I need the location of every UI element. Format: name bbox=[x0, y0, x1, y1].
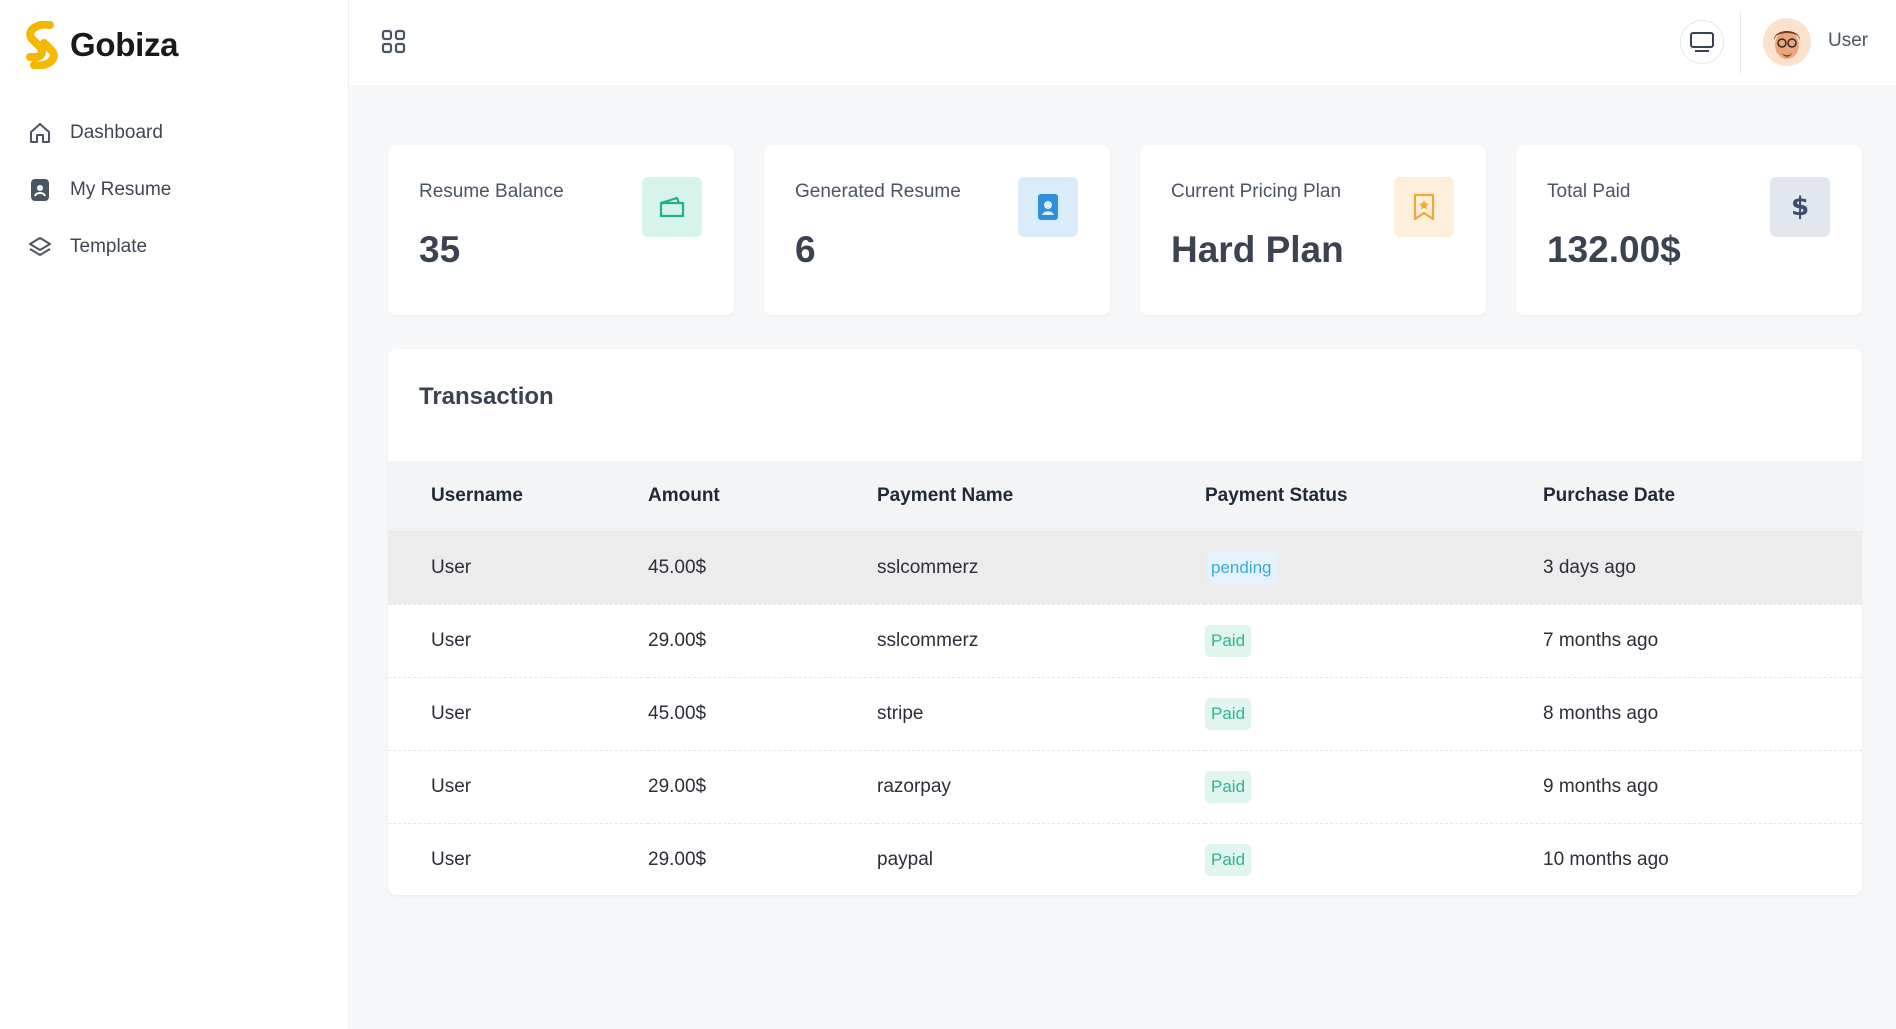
cell-payment-name: sslcommerz bbox=[877, 603, 1205, 677]
contact-card-icon bbox=[1018, 177, 1078, 237]
stat-card-resume-balance: Resume Balance 35 bbox=[388, 145, 734, 315]
status-badge: Paid bbox=[1205, 770, 1252, 803]
cell-amount: 45.00$ bbox=[648, 530, 877, 604]
cell-payment-status: Paid bbox=[1205, 676, 1543, 750]
status-badge: pending bbox=[1205, 551, 1278, 584]
layers-icon bbox=[26, 233, 54, 261]
column-header-payment-name[interactable]: Payment Name bbox=[877, 461, 1205, 531]
cell-username: User bbox=[388, 676, 648, 750]
sidebar-item-label: My Resume bbox=[70, 178, 172, 200]
fullscreen-button[interactable] bbox=[1680, 20, 1724, 64]
dollar-icon: $ bbox=[1770, 177, 1830, 237]
column-header-purchase-date[interactable]: Purchase Date bbox=[1543, 461, 1862, 531]
cell-payment-status: Paid bbox=[1205, 749, 1543, 823]
grid-icon[interactable] bbox=[380, 28, 408, 56]
cell-username: User bbox=[388, 822, 648, 895]
column-header-payment-status[interactable]: Payment Status bbox=[1205, 461, 1543, 531]
wallet-icon bbox=[642, 177, 702, 237]
stat-card-pricing-plan: Current Pricing Plan Hard Plan bbox=[1140, 145, 1486, 315]
cell-payment-name: stripe bbox=[877, 676, 1205, 750]
brand-name: Gobiza bbox=[70, 26, 179, 63]
brand[interactable]: Gobiza bbox=[20, 20, 179, 70]
status-badge: Paid bbox=[1205, 697, 1252, 730]
cell-payment-name: sslcommerz bbox=[877, 530, 1205, 604]
transaction-title: Transaction bbox=[419, 383, 554, 410]
cell-purchase-date: 7 months ago bbox=[1543, 603, 1862, 677]
transaction-panel: Transaction Username Amount Payment Name… bbox=[388, 349, 1862, 895]
cell-purchase-date: 10 months ago bbox=[1543, 822, 1862, 895]
cell-amount: 45.00$ bbox=[648, 676, 877, 750]
monitor-icon bbox=[1690, 32, 1714, 52]
table-row[interactable]: User 29.00$ sslcommerz Paid 7 months ago bbox=[388, 603, 1862, 677]
table-row[interactable]: User 45.00$ sslcommerz pending 3 days ag… bbox=[388, 530, 1862, 604]
cell-payment-status: pending bbox=[1205, 530, 1543, 604]
avatar[interactable] bbox=[1763, 18, 1811, 66]
table-row[interactable]: User 29.00$ razorpay Paid 9 months ago bbox=[388, 749, 1862, 823]
home-icon bbox=[26, 119, 54, 147]
user-name[interactable]: User bbox=[1828, 30, 1868, 52]
sidebar-item-dashboard[interactable]: Dashboard bbox=[26, 104, 326, 161]
sidebar-nav: Dashboard My Resume Template bbox=[26, 104, 326, 275]
cell-purchase-date: 8 months ago bbox=[1543, 676, 1862, 750]
stat-card-generated-resume: Generated Resume 6 bbox=[764, 145, 1110, 315]
bookmark-star-icon bbox=[1394, 177, 1454, 237]
cell-username: User bbox=[388, 749, 648, 823]
stat-title: Current Pricing Plan bbox=[1171, 181, 1342, 202]
cell-payment-status: Paid bbox=[1205, 603, 1543, 677]
status-badge: Paid bbox=[1205, 843, 1252, 876]
stat-value: 6 bbox=[795, 229, 816, 270]
cell-amount: 29.00$ bbox=[648, 603, 877, 677]
stat-card-total-paid: Total Paid 132.00$ $ bbox=[1516, 145, 1862, 315]
cell-payment-status: Paid bbox=[1205, 822, 1543, 895]
sidebar-item-label: Dashboard bbox=[70, 121, 163, 143]
stat-title: Resume Balance bbox=[419, 181, 564, 202]
table-row[interactable]: User 29.00$ paypal Paid 10 months ago bbox=[388, 822, 1862, 895]
table-row[interactable]: User 45.00$ stripe Paid 8 months ago bbox=[388, 676, 1862, 750]
table-header-row: Username Amount Payment Name Payment Sta… bbox=[388, 461, 1862, 531]
cell-amount: 29.00$ bbox=[648, 822, 877, 895]
cell-purchase-date: 3 days ago bbox=[1543, 530, 1862, 604]
stat-title: Generated Resume bbox=[795, 181, 961, 202]
cell-payment-name: razorpay bbox=[877, 749, 1205, 823]
transaction-table: Username Amount Payment Name Payment Sta… bbox=[388, 461, 1862, 895]
stat-title: Total Paid bbox=[1547, 181, 1631, 202]
stat-value: 35 bbox=[419, 229, 461, 270]
cell-amount: 29.00$ bbox=[648, 749, 877, 823]
cell-username: User bbox=[388, 530, 648, 604]
column-header-amount[interactable]: Amount bbox=[648, 461, 877, 531]
resume-icon bbox=[26, 176, 54, 204]
status-badge: Paid bbox=[1205, 624, 1252, 657]
gobiza-logo-icon bbox=[26, 21, 58, 69]
stat-value: 132.00$ bbox=[1547, 229, 1681, 270]
topbar: User bbox=[349, 0, 1896, 85]
sidebar-item-label: Template bbox=[70, 235, 148, 257]
stat-value: Hard Plan bbox=[1171, 229, 1344, 270]
topbar-divider bbox=[1740, 12, 1741, 74]
sidebar: Gobiza Dashboard My Resume Template bbox=[0, 0, 349, 1029]
sidebar-item-template[interactable]: Template bbox=[26, 218, 326, 275]
cell-username: User bbox=[388, 603, 648, 677]
cell-purchase-date: 9 months ago bbox=[1543, 749, 1862, 823]
column-header-username[interactable]: Username bbox=[388, 461, 648, 531]
cell-payment-name: paypal bbox=[877, 822, 1205, 895]
sidebar-item-my-resume[interactable]: My Resume bbox=[26, 161, 326, 218]
